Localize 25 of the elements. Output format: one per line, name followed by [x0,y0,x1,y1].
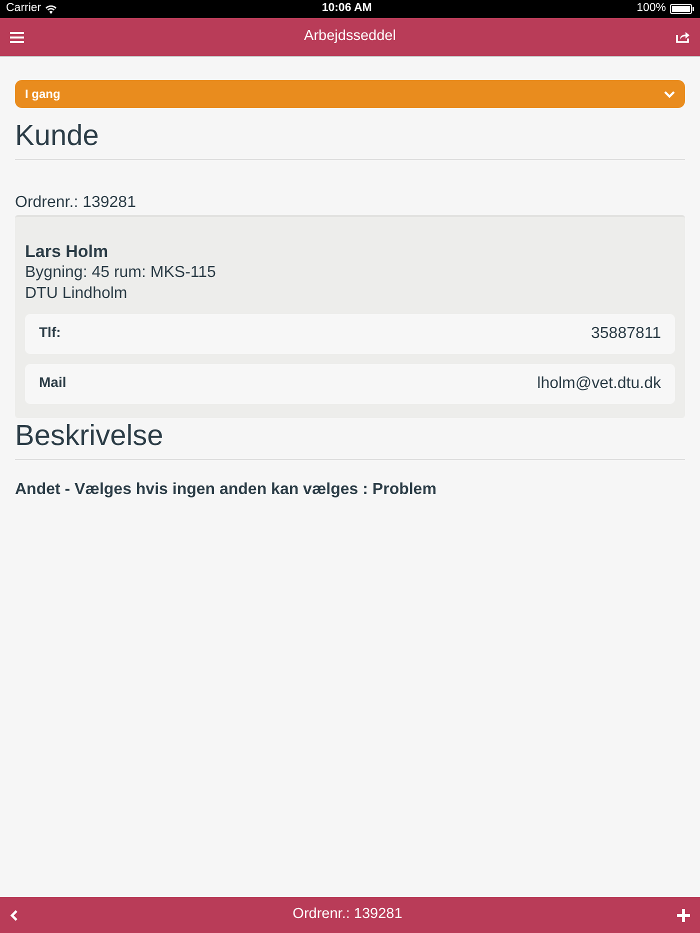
carrier-text: Carrier [6,1,42,16]
contact-row[interactable]: Tlf: 35887811 [25,314,675,354]
description-text: Andet - Vælges hvis ingen anden kan vælges : Problem [15,480,438,500]
order-number: Ordrenr.: 139281 [15,193,137,213]
menu-icon[interactable] [10,32,24,42]
battery-percent: 100% [636,1,666,16]
contact-label: Tlf: [39,322,61,342]
address-line: DTU Lindholm [25,284,128,304]
chevron-left-icon[interactable] [10,910,18,920]
contact-label: Mail [39,372,66,392]
footer-title: Ordrenr.: 139281 [292,905,402,924]
plus-icon[interactable] [676,908,690,922]
wifi-icon [45,4,58,14]
clock-text: 10:06 AM [322,1,372,16]
chevron-down-icon [664,90,675,98]
battery-icon [670,4,694,14]
share-icon[interactable] [676,31,690,43]
contact-value: 35887811 [591,324,661,344]
contact-row[interactable]: Mail lholm@vet.dtu.dk [25,364,675,404]
header-title: Arbejdsseddel [304,27,396,46]
section-heading: Beskrivelse [15,419,164,454]
customer-name: Lars Holm [25,241,110,262]
address-line: Bygning: 45 rum: MKS-115 [25,263,217,283]
section-heading: Kunde [15,119,100,154]
contact-value: lholm@vet.dtu.dk [537,374,661,394]
